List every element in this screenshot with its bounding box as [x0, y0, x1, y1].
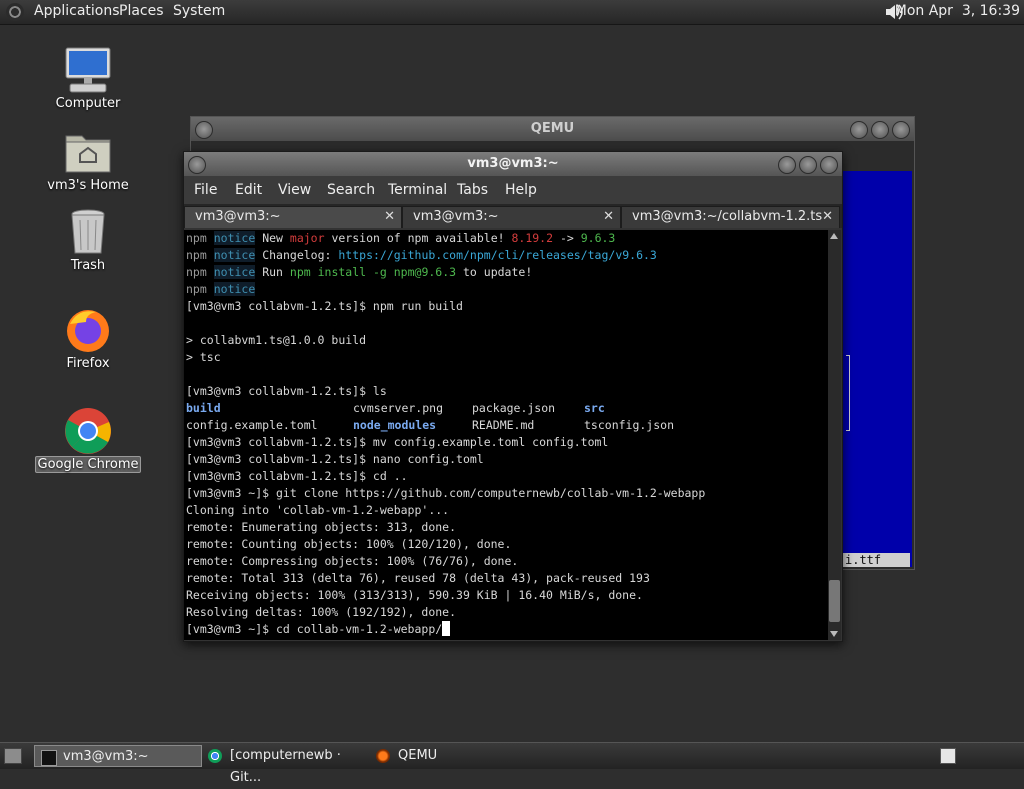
terminal-line: [vm3@vm3 collabvm-1.2.ts]$ npm run build — [186, 299, 463, 313]
menu-edit[interactable]: Edit — [235, 182, 262, 198]
terminal-line: > tsc — [186, 350, 221, 364]
terminal-output[interactable]: npm notice New major version of npm avai… — [184, 230, 828, 640]
menu-terminal[interactable]: Terminal — [388, 182, 447, 198]
qemu-guest-screen[interactable] — [841, 171, 912, 567]
desktop-icon-home[interactable]: vm3's Home — [33, 128, 143, 193]
terminal-line: remote: Enumerating objects: 313, done. — [186, 520, 457, 534]
terminal-line: npm notice — [186, 282, 256, 296]
firefox-icon — [60, 306, 116, 354]
terminal-line: Resolving deltas: 100% (192/192), done. — [186, 605, 457, 619]
terminal-prompt-line: [vm3@vm3 ~]$ cd collab-vm-1.2-webapp/ — [186, 621, 451, 638]
terminal-icon — [41, 750, 57, 766]
distro-logo-icon[interactable] — [6, 3, 24, 21]
taskbar-item-qemu[interactable]: QEMU — [372, 745, 492, 767]
window-menu-icon[interactable] — [188, 156, 206, 174]
qemu-icon — [376, 749, 390, 763]
terminal-titlebar[interactable]: vm3@vm3:~ — [184, 152, 842, 176]
terminal-line: Receiving objects: 100% (313/313), 590.3… — [186, 588, 643, 602]
terminal-title: vm3@vm3:~ — [467, 156, 559, 171]
desktop-icon-firefox[interactable]: Firefox — [33, 306, 143, 371]
terminal-line: npm notice New major version of npm avai… — [186, 231, 616, 245]
bottom-panel: vm3@vm3:~ [computernewb · Git... QEMU — [0, 742, 1024, 785]
terminal-cursor — [442, 621, 451, 636]
menu-help[interactable]: Help — [505, 182, 537, 198]
desktop-icon-label: Firefox — [66, 356, 110, 371]
desktop-icon-label: Computer — [55, 96, 121, 111]
desktop-icon-label: Trash — [70, 258, 106, 273]
close-icon[interactable] — [892, 121, 910, 139]
menu-tabs[interactable]: Tabs — [457, 182, 488, 198]
tab-3[interactable]: vm3@vm3:~/collabvm-1.2.ts ✕ — [621, 206, 840, 228]
desktop-icon-chrome[interactable]: Google Chrome — [33, 406, 143, 473]
terminal-tabbar: vm3@vm3:~ ✕ vm3@vm3:~ ✕ vm3@vm3:~/collab… — [184, 204, 842, 228]
terminal-line: > collabvm1.ts@1.0.0 build — [186, 333, 367, 347]
qemu-title: QEMU — [530, 121, 575, 136]
home-folder-icon — [60, 128, 116, 176]
tab-label: vm3@vm3:~/collabvm-1.2.ts — [632, 209, 823, 224]
minimize-icon[interactable] — [778, 156, 796, 174]
terminal-line: [vm3@vm3 collabvm-1.2.ts]$ cd .. — [186, 469, 408, 483]
terminal-line: config.example.toml node_modules README.md… — [186, 418, 675, 432]
scroll-up-icon[interactable] — [830, 233, 838, 239]
terminal-line: npm notice Run npm install -g npm@9.6.3 … — [186, 265, 533, 279]
menu-applications[interactable]: Applications — [34, 3, 120, 19]
tab-close-icon[interactable]: ✕ — [384, 207, 395, 227]
maximize-icon[interactable] — [871, 121, 889, 139]
terminal-line: build cvmserver.png package.json src — [186, 401, 605, 415]
menu-search[interactable]: Search — [327, 182, 375, 198]
terminal-scrollbar[interactable] — [828, 230, 841, 640]
desktop-icon-trash[interactable]: Trash — [33, 208, 143, 273]
qemu-guest-text: i.ttf — [839, 553, 910, 567]
menu-system[interactable]: System — [173, 3, 225, 19]
terminal-line: [vm3@vm3 ~]$ git clone https://github.co… — [186, 486, 706, 500]
desktop-icon-label: vm3's Home — [47, 178, 129, 193]
window-menu-icon[interactable] — [195, 121, 213, 139]
desktop-icon-computer[interactable]: Computer — [33, 46, 143, 111]
clock[interactable]: Mon Apr 3, 16:39 — [895, 3, 1020, 19]
terminal-line: [vm3@vm3 collabvm-1.2.ts]$ nano config.t… — [186, 452, 484, 466]
scroll-down-icon[interactable] — [830, 631, 838, 637]
terminal-line: Cloning into 'collab-vm-1.2-webapp'... — [186, 503, 450, 517]
tab-1[interactable]: vm3@vm3:~ ✕ — [184, 206, 402, 228]
menu-file[interactable]: File — [194, 182, 217, 198]
terminal-line: npm notice Changelog: https://github.com… — [186, 248, 657, 262]
terminal-line: [vm3@vm3 collabvm-1.2.ts]$ mv config.exa… — [186, 435, 609, 449]
terminal-window[interactable]: vm3@vm3:~ File Edit View Search Terminal… — [183, 151, 843, 642]
tab-label: vm3@vm3:~ — [413, 209, 499, 224]
chrome-icon — [60, 406, 116, 454]
scrollbar-thumb[interactable] — [829, 580, 840, 622]
terminal-line: remote: Compressing objects: 100% (76/76… — [186, 554, 519, 568]
top-panel: Applications Places System Mon Apr 3, 16… — [0, 0, 1024, 25]
qemu-guest-frame — [846, 355, 850, 431]
workspace-switcher[interactable] — [940, 748, 956, 764]
close-icon[interactable] — [820, 156, 838, 174]
computer-icon — [60, 46, 116, 94]
tab-label: vm3@vm3:~ — [195, 209, 281, 224]
terminal-menubar: File Edit View Search Terminal Tabs Help — [184, 176, 842, 204]
tab-close-icon[interactable]: ✕ — [603, 207, 614, 227]
terminal-line: [vm3@vm3 collabvm-1.2.ts]$ ls — [186, 384, 387, 398]
tab-close-icon[interactable]: ✕ — [822, 207, 833, 227]
minimize-icon[interactable] — [850, 121, 868, 139]
terminal-line: remote: Counting objects: 100% (120/120)… — [186, 537, 512, 551]
chrome-icon — [208, 749, 222, 763]
taskbar-item-chrome[interactable]: [computernewb · Git... — [204, 745, 370, 785]
maximize-icon[interactable] — [799, 156, 817, 174]
taskbar-item-terminal[interactable]: vm3@vm3:~ — [34, 745, 202, 767]
qemu-titlebar[interactable]: QEMU — [191, 117, 914, 141]
terminal-line: remote: Total 313 (delta 76), reused 78 … — [186, 571, 650, 585]
tab-2[interactable]: vm3@vm3:~ ✕ — [402, 206, 621, 228]
menu-places[interactable]: Places — [119, 3, 164, 19]
trash-icon — [60, 208, 116, 256]
menu-view[interactable]: View — [278, 182, 311, 198]
show-desktop-icon[interactable] — [4, 748, 22, 764]
desktop-icon-label: Google Chrome — [34, 456, 142, 473]
